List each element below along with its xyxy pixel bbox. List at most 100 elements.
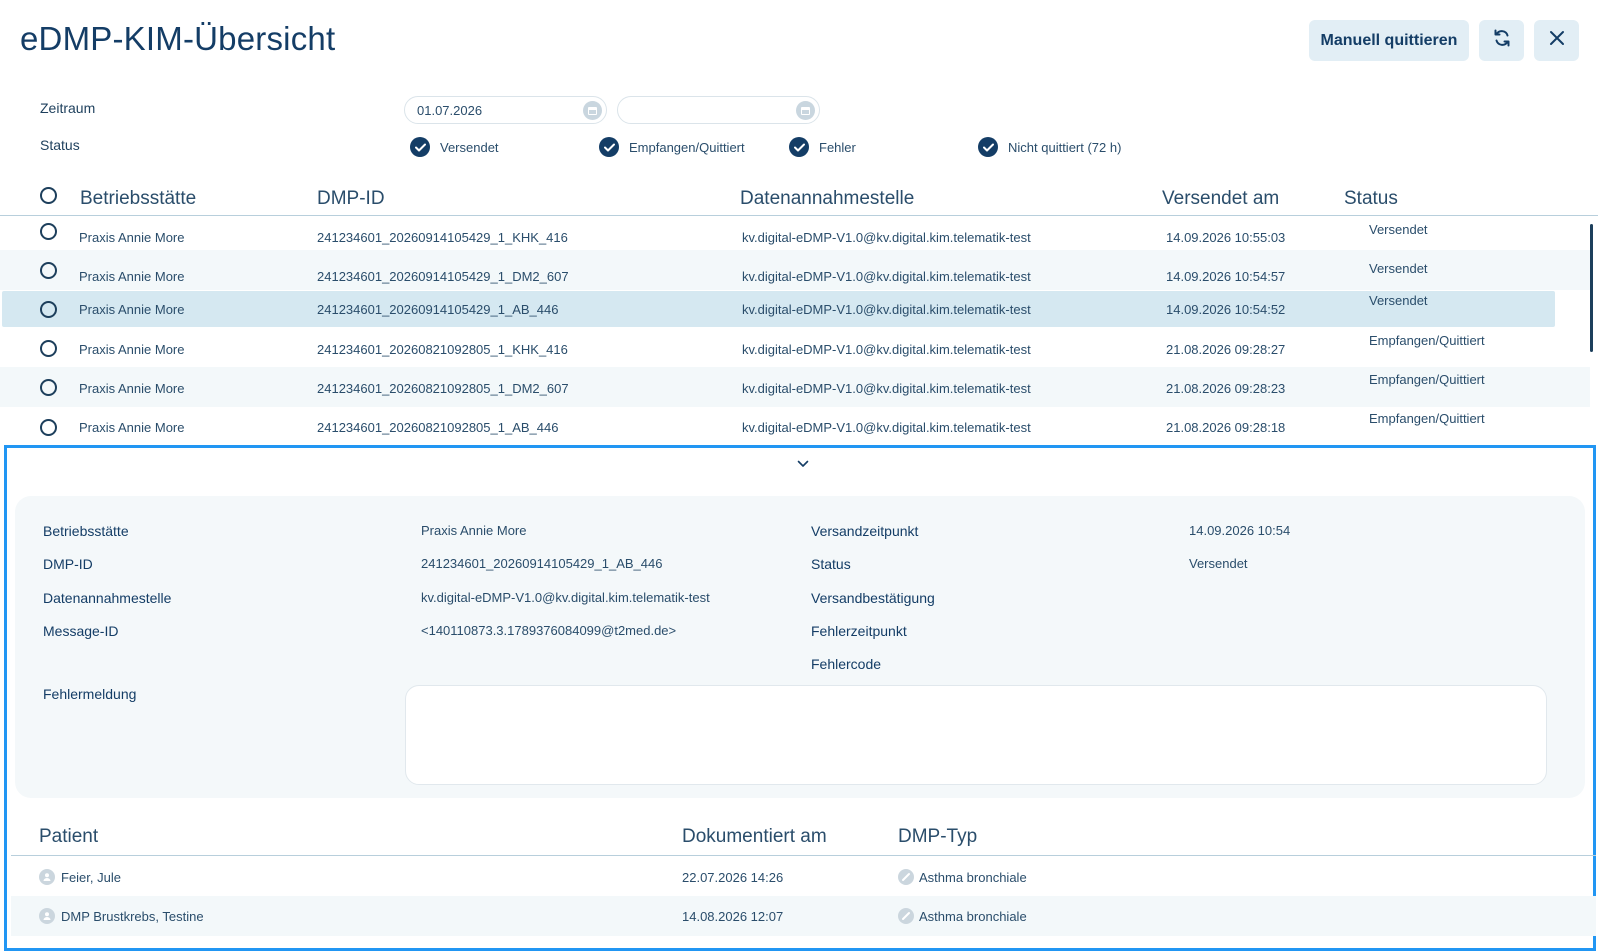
column-header-patient[interactable]: Patient: [39, 826, 98, 848]
cell-status: Empfangen/Quittiert: [1369, 411, 1485, 426]
person-icon: [39, 869, 55, 885]
patient-dokumentiert-am: 14.08.2026 12:07: [682, 909, 784, 924]
patient-table-header: Patient Dokumentiert am DMP-Typ: [11, 826, 1596, 856]
message-id-label: Message-ID: [43, 623, 119, 639]
select-all-radio[interactable]: [40, 187, 57, 204]
cell-datenannahmestelle: kv.digital-eDMP-V1.0@kv.digital.kim.tele…: [742, 302, 1031, 317]
row-select-radio[interactable]: [40, 262, 57, 279]
row-select-radio[interactable]: [40, 379, 57, 396]
cell-status: Versendet: [1369, 222, 1428, 237]
status-filter-label: Status: [40, 137, 80, 153]
status-checkbox-label: Versendet: [440, 139, 499, 155]
patient-dokumentiert-am: 22.07.2026 14:26: [682, 870, 784, 885]
column-header-dokumentiert-am[interactable]: Dokumentiert am: [682, 826, 827, 848]
cell-betriebsstaette: Praxis Annie More: [79, 420, 185, 435]
column-header-dmp-id[interactable]: DMP-ID: [317, 188, 385, 210]
checkmark-icon: [789, 137, 809, 157]
status-checkbox-label: Empfangen/Quittiert: [629, 139, 745, 155]
table-scrollbar[interactable]: [1590, 224, 1593, 352]
refresh-button[interactable]: [1479, 20, 1524, 61]
status-checkbox-empfangen[interactable]: Empfangen/Quittiert: [599, 137, 745, 157]
cell-versendet-am: 21.08.2026 09:28:27: [1166, 342, 1286, 357]
cell-status: Empfangen/Quittiert: [1369, 333, 1485, 348]
date-from-input[interactable]: 01.07.2026: [404, 96, 607, 124]
manual-acknowledge-button[interactable]: Manuell quittieren: [1309, 20, 1469, 61]
cell-betriebsstaette: Praxis Annie More: [79, 230, 185, 245]
versandbestaetigung-label: Versandbestätigung: [811, 590, 935, 606]
column-header-datenannahmestelle[interactable]: Datenannahmestelle: [740, 188, 914, 210]
cell-dmp-id: 241234601_20260821092805_1_AB_446: [317, 420, 559, 435]
fehlerzeitpunkt-label: Fehlerzeitpunkt: [811, 623, 907, 639]
dmp-id-label: DMP-ID: [43, 556, 93, 572]
cell-versendet-am: 14.09.2026 10:55:03: [1166, 230, 1286, 245]
calendar-icon[interactable]: [796, 101, 815, 120]
cell-datenannahmestelle: kv.digital-eDMP-V1.0@kv.digital.kim.tele…: [742, 381, 1031, 396]
fehlermeldung-textarea[interactable]: [405, 685, 1547, 785]
table-row[interactable]: Praxis Annie More 241234601_202608210928…: [0, 367, 1590, 407]
cell-dmp-id: 241234601_20260821092805_1_KHK_416: [317, 342, 568, 357]
status-checkbox-fehler[interactable]: Fehler: [789, 137, 856, 157]
table-row[interactable]: Praxis Annie More 241234601_202608210928…: [0, 407, 1590, 445]
row-select-radio[interactable]: [40, 301, 57, 318]
patient-dmp-typ: Asthma bronchiale: [919, 909, 1027, 924]
patient-dmp-typ: Asthma bronchiale: [919, 870, 1027, 885]
status-checkbox-label: Fehler: [819, 139, 856, 155]
calendar-icon[interactable]: [583, 101, 602, 120]
status-label: Status: [811, 556, 851, 572]
close-icon: [1549, 30, 1565, 51]
cell-dmp-id: 241234601_20260821092805_1_DM2_607: [317, 381, 569, 396]
table-row[interactable]: Praxis Annie More 241234601_202608210928…: [0, 328, 1590, 368]
cell-dmp-id: 241234601_20260914105429_1_AB_446: [317, 302, 559, 317]
column-header-versendet-am[interactable]: Versendet am: [1162, 188, 1279, 210]
status-checkbox-nicht-quittiert[interactable]: Nicht quittiert (72 h): [978, 137, 1121, 157]
dmp-type-icon: [898, 908, 914, 924]
datenannahmestelle-label: Datenannahmestelle: [43, 590, 172, 606]
datenannahmestelle-value: kv.digital-eDMP-V1.0@kv.digital.kim.tele…: [421, 590, 710, 605]
date-to-input[interactable]: [617, 96, 820, 124]
cell-versendet-am: 21.08.2026 09:28:23: [1166, 381, 1286, 396]
patient-row[interactable]: Feier, Jule 22.07.2026 14:26 Asthma bron…: [11, 857, 1596, 897]
column-header-dmp-typ[interactable]: DMP-Typ: [898, 826, 977, 848]
cell-versendet-am: 14.09.2026 10:54:57: [1166, 269, 1286, 284]
detail-panel: Betriebsstätte Praxis Annie More DMP-ID …: [4, 445, 1596, 951]
cell-betriebsstaette: Praxis Annie More: [79, 302, 185, 317]
row-select-radio[interactable]: [40, 223, 57, 240]
patient-name: DMP Brustkrebs, Testine: [61, 909, 204, 924]
table-row-selected[interactable]: Praxis Annie More 241234601_202609141054…: [2, 291, 1555, 327]
status-checkbox-versendet[interactable]: Versendet: [410, 137, 499, 157]
column-header-status[interactable]: Status: [1344, 188, 1398, 210]
status-checkbox-label: Nicht quittiert (72 h): [1008, 139, 1122, 155]
cell-status: Empfangen/Quittiert: [1369, 372, 1485, 387]
cell-status: Versendet: [1369, 293, 1428, 308]
patient-row[interactable]: DMP Brustkrebs, Testine 14.08.2026 12:07…: [11, 896, 1596, 936]
cell-betriebsstaette: Praxis Annie More: [79, 269, 185, 284]
refresh-icon: [1492, 28, 1512, 53]
cell-datenannahmestelle: kv.digital-eDMP-V1.0@kv.digital.kim.tele…: [742, 420, 1031, 435]
versandzeitpunkt-label: Versandzeitpunkt: [811, 523, 919, 539]
table-header: Betriebsstätte DMP-ID Datenannahmestelle…: [0, 186, 1598, 216]
zeitraum-label: Zeitraum: [40, 100, 96, 116]
chevron-down-icon[interactable]: [797, 455, 809, 473]
cell-datenannahmestelle: kv.digital-eDMP-V1.0@kv.digital.kim.tele…: [742, 342, 1031, 357]
cell-versendet-am: 14.09.2026 10:54:52: [1166, 302, 1286, 317]
close-button[interactable]: [1534, 20, 1579, 61]
status-value: Versendet: [1189, 556, 1248, 571]
checkmark-icon: [978, 137, 998, 157]
row-select-radio[interactable]: [40, 419, 57, 436]
cell-dmp-id: 241234601_20260914105429_1_DM2_607: [317, 269, 569, 284]
cell-dmp-id: 241234601_20260914105429_1_KHK_416: [317, 230, 568, 245]
versandzeitpunkt-value: 14.09.2026 10:54: [1189, 523, 1291, 538]
date-from-value: 01.07.2026: [417, 102, 483, 118]
transmission-table-body: Praxis Annie More 241234601_202609141054…: [0, 217, 1598, 445]
column-header-betriebsstaette[interactable]: Betriebsstätte: [80, 188, 196, 210]
cell-datenannahmestelle: kv.digital-eDMP-V1.0@kv.digital.kim.tele…: [742, 230, 1031, 245]
table-row[interactable]: Praxis Annie More 241234601_202609141054…: [0, 250, 1590, 290]
dmp-type-icon: [898, 869, 914, 885]
betriebsstaette-value: Praxis Annie More: [421, 523, 527, 538]
message-id-value: <140110873.3.1789376084099@t2med.de>: [421, 623, 677, 638]
cell-status: Versendet: [1369, 261, 1428, 276]
row-select-radio[interactable]: [40, 340, 57, 357]
person-icon: [39, 908, 55, 924]
page-title: eDMP-KIM-Übersicht: [20, 20, 336, 57]
patient-name: Feier, Jule: [61, 870, 121, 885]
